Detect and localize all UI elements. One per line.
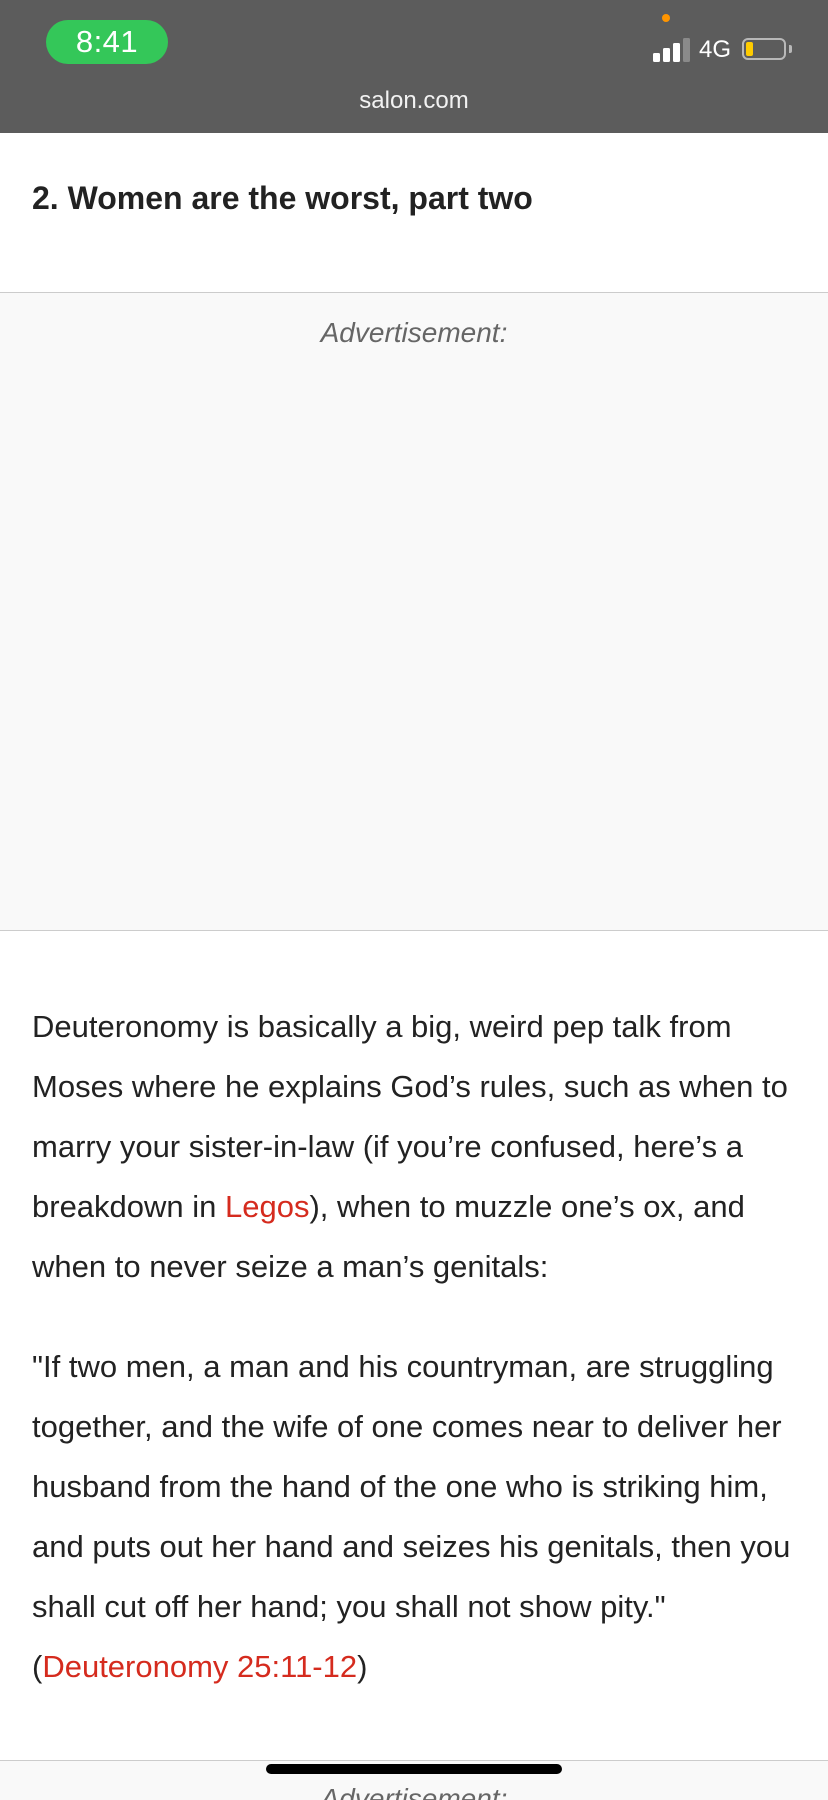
cellular-signal-icon: [653, 38, 691, 62]
legos-link[interactable]: Legos: [225, 1189, 309, 1224]
battery-level-fill: [746, 42, 753, 56]
quote-text-end: ): [357, 1649, 368, 1684]
advertisement-label: Advertisement:: [320, 317, 508, 348]
battery-terminal: [789, 45, 792, 53]
quote-text: "If two men, a man and his countryman, a…: [32, 1349, 791, 1684]
battery-icon: [742, 38, 786, 60]
network-type: 4G: [699, 36, 732, 63]
article-paragraph: Deuteronomy is basically a big, weird pe…: [32, 997, 812, 1297]
browser-chrome: 8:41 4G salon.com: [0, 0, 828, 133]
privacy-indicator-dot: [662, 14, 670, 22]
url-bar[interactable]: salon.com: [0, 86, 828, 116]
quote-paragraph: "If two men, a man and his countryman, a…: [32, 1337, 812, 1697]
deuteronomy-reference-link[interactable]: Deuteronomy 25:11-12: [42, 1649, 357, 1684]
home-indicator[interactable]: [266, 1764, 562, 1774]
advertisement-label-2: Advertisement:: [320, 1783, 508, 1800]
section-heading: 2. Women are the worst, part two: [32, 180, 533, 216]
status-time: 8:41: [46, 20, 168, 64]
advertisement-slot: Advertisement:: [0, 292, 828, 931]
